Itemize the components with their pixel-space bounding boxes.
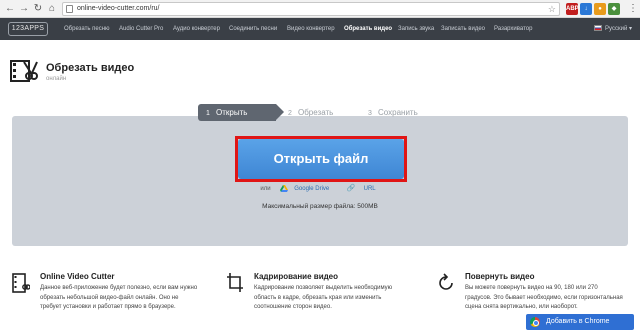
feature-title: Online Video Cutter	[40, 272, 115, 281]
nav-item-cut-song[interactable]: Обрезать песню	[64, 18, 110, 40]
browser-menu-icon[interactable]: ⋮	[628, 2, 638, 16]
link-icon: 🔗	[346, 185, 356, 192]
download-extension-icon[interactable]: ↓	[580, 3, 592, 15]
forward-icon[interactable]: →	[18, 3, 30, 15]
alternative-sources: или Google Drive 🔗 URL	[0, 184, 640, 192]
step-open: 1 Открыть	[198, 104, 284, 121]
feature-title: Кадрирование видео	[254, 272, 339, 281]
nav-item-unarchiver[interactable]: Разархиватор	[494, 18, 532, 40]
browser-toolbar: ← → ↻ ⌂ online-video-cutter.com/ru/ ☆ AB…	[0, 0, 640, 18]
step-indicator: 1 Открыть 2 Обрезать 3 Сохранить	[198, 104, 438, 121]
back-icon[interactable]: ←	[4, 3, 16, 15]
nav-item-sound-recorder[interactable]: Запись звука	[398, 18, 434, 40]
feature-online-cutter: Online Video Cutter Данное веб-приложени…	[12, 268, 202, 328]
site-nav: 123APPS Обрезать песню Audio Cutter Pro …	[0, 18, 640, 40]
page-subtitle: онлайн	[46, 76, 67, 82]
extension-icon[interactable]: ●	[594, 3, 606, 15]
bookmark-star-icon[interactable]: ☆	[548, 3, 556, 15]
nav-item-record-video[interactable]: Записать видео	[441, 18, 485, 40]
feature-crop-video: Кадрирование видео Кадрирование позволяе…	[226, 268, 416, 328]
step-cut: 2 Обрезать	[288, 108, 334, 117]
app-header: Обрезать видео онлайн	[10, 58, 310, 88]
rotate-icon	[439, 273, 453, 290]
google-drive-icon	[280, 184, 289, 192]
feature-text: Вы можете повернуть видео на 90, 180 или…	[465, 285, 623, 310]
language-selector[interactable]: Русский ▾	[594, 18, 632, 40]
feature-text: Данное веб-приложение будет полезно, есл…	[40, 285, 198, 310]
extension-icon[interactable]: ◆	[608, 3, 620, 15]
or-label: или	[260, 186, 271, 192]
nav-item-audio-converter[interactable]: Аудио конвертер	[173, 18, 220, 40]
url-link[interactable]: 🔗 URL	[343, 185, 380, 192]
google-drive-link[interactable]: Google Drive	[280, 184, 333, 192]
film-scissors-icon	[12, 273, 30, 293]
nav-item-join-songs[interactable]: Соединить песни	[229, 18, 277, 40]
page-icon	[66, 5, 73, 13]
film-scissors-icon	[10, 60, 38, 82]
page-title: Обрезать видео	[46, 62, 135, 74]
nav-item-cut-video[interactable]: Обрезать видео	[344, 18, 392, 40]
adblock-extension-icon[interactable]: ABP	[566, 3, 579, 15]
reload-icon[interactable]: ↻	[32, 3, 44, 15]
language-label: Русский	[605, 26, 628, 32]
home-icon[interactable]: ⌂	[46, 3, 58, 15]
feature-text: Кадрирование позволяет выделить необходи…	[254, 285, 393, 310]
max-file-size: Максимальный размер файла: 500MB	[262, 203, 378, 210]
step-save: 3 Сохранить	[368, 108, 418, 117]
crop-icon	[227, 273, 243, 292]
russian-flag-icon	[594, 25, 603, 32]
url-text: online-video-cutter.com/ru/	[77, 5, 160, 12]
chrome-icon	[530, 317, 540, 327]
nav-item-video-converter[interactable]: Видео конвертер	[287, 18, 335, 40]
feature-title: Повернуть видео	[465, 272, 535, 281]
address-bar[interactable]: online-video-cutter.com/ru/ ☆	[62, 2, 560, 16]
add-to-chrome-button[interactable]: Добавить в Chrome	[526, 314, 634, 330]
nav-item-audio-cutter-pro[interactable]: Audio Cutter Pro	[119, 18, 163, 40]
site-logo[interactable]: 123APPS	[8, 22, 48, 36]
open-file-button[interactable]: Открыть файл	[238, 139, 404, 179]
